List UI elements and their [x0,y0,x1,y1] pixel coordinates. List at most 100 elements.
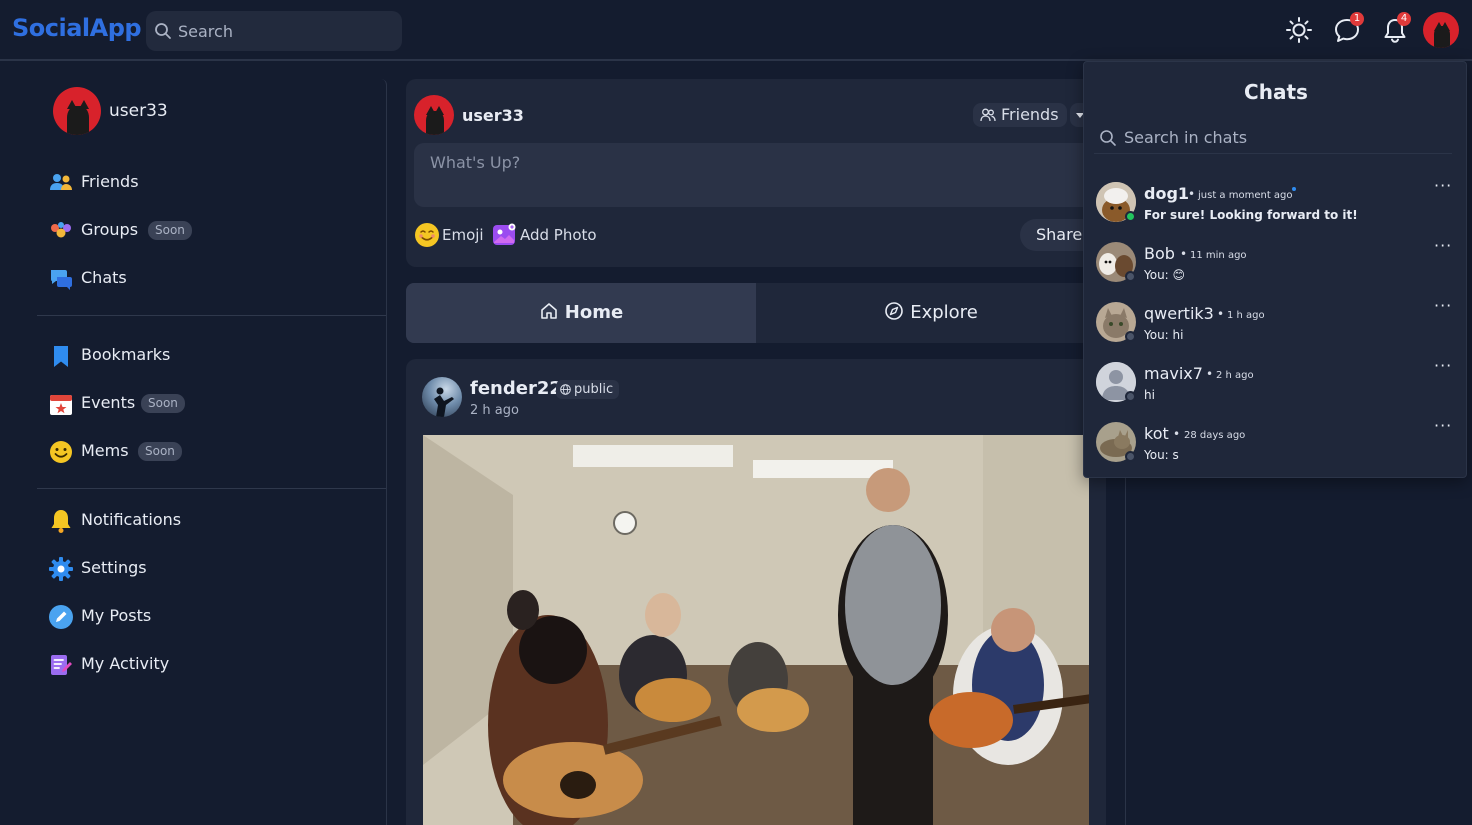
avatar[interactable] [422,377,462,417]
post-time: 2 h ago [470,403,519,418]
audience-label: Friends [1001,105,1059,124]
sidebar-username: user33 [109,101,168,121]
post-text-input[interactable]: What's Up? [414,143,1098,207]
chats-title: Chats [1244,80,1308,104]
app-logo[interactable]: SocialApp [12,14,142,42]
offline-status-dot [1125,391,1136,402]
chats-dropdown: Chats Search in chats dog1 • just a mome… [1083,61,1467,478]
groups-icon [51,222,71,238]
chat-more-button[interactable]: ··· [1434,296,1452,315]
bell-icon [51,510,71,533]
visibility-badge: public [556,380,620,399]
pencil-icon [49,605,73,629]
chat-item-bob[interactable]: Bob • 11 min ago You: 😊 ··· [1096,236,1456,290]
silhouette-image [434,387,454,417]
top-bar: SocialApp Search 1 4 [0,0,1472,61]
chat-item-kot[interactable]: kot • 28 days ago You: s ··· [1096,416,1456,470]
chat-time: 1 h ago [1227,310,1265,321]
sidebar-item-label: Mems [81,441,129,460]
separator-dot: • [1180,247,1188,261]
separator-dot: • [1217,307,1225,321]
offline-status-dot [1125,271,1136,282]
chat-last-message: You: hi [1144,328,1184,342]
post-author[interactable]: fender22 [470,378,562,399]
composer-username: user33 [462,106,524,125]
sidebar-item-label: Events [81,393,136,412]
soon-badge: Soon [141,394,185,413]
chat-item-dog1[interactable]: dog1 • just a moment ago For sure! Looki… [1096,176,1456,230]
chat-name: mavix7 [1144,364,1203,383]
chat-more-button[interactable]: ··· [1434,416,1452,435]
chat-more-button[interactable]: ··· [1434,356,1452,375]
separator-dot: • [1206,367,1214,381]
post-composer: user33 Friends What's Up? Emoji Add Phot… [406,79,1106,267]
tab-home[interactable]: Home [406,283,756,343]
chat-last-message: hi [1144,388,1155,402]
theme-toggle-sun-icon[interactable] [1285,16,1313,44]
sidebar-item-label: Groups [81,220,139,239]
avatar [414,95,454,135]
add-photo-label: Add Photo [520,226,597,244]
sidebar-item-label: Settings [81,558,147,577]
image-icon [493,223,516,245]
visibility-label: public [574,382,614,397]
friends-icon [980,108,996,122]
sidebar-item-label: Chats [81,268,127,287]
gear-icon [49,557,73,581]
tab-label: Explore [910,302,978,323]
post-image[interactable] [423,435,1089,825]
sidebar-item-label: Friends [81,172,139,191]
search-icon [155,23,171,39]
emoji-icon [415,223,439,247]
chat-name: qwertik3 [1144,304,1214,323]
globe-icon [560,384,571,395]
tab-label: Home [564,302,624,323]
chat-item-qwertik3[interactable]: qwertik3 • 1 h ago You: hi ··· [1096,296,1456,350]
sidebar-item-label: Bookmarks [81,345,171,364]
home-icon [540,303,557,319]
compass-icon [885,302,904,320]
sidebar-divider [37,488,386,489]
sidebar-item-label: My Activity [81,654,170,673]
friends-icon [50,174,72,190]
profile-avatar[interactable] [1423,12,1459,48]
chat-time: just a moment ago [1198,190,1293,201]
search-input[interactable]: Search [146,11,402,51]
tab-explore[interactable]: Explore [756,283,1106,343]
chat-last-message: You: s [1144,448,1179,462]
chat-time: 28 days ago [1184,430,1246,441]
messages-badge: 1 [1350,12,1364,26]
feed-tabs: Home Explore [406,283,1106,343]
emoji-label: Emoji [442,226,484,244]
chat-more-button[interactable]: ··· [1434,236,1452,255]
chat-time: 2 h ago [1216,370,1254,381]
activity-icon [51,655,72,675]
soon-badge: Soon [138,442,182,461]
chat-name: dog1 [1144,184,1190,203]
offline-status-dot [1125,331,1136,342]
right-column [1125,477,1472,825]
chat-name: Bob [1144,244,1175,263]
search-placeholder: Search [178,22,233,41]
calendar-icon [50,395,72,415]
chat-last-message: For sure! Looking forward to it! [1144,208,1358,222]
notifications-badge: 4 [1397,12,1411,26]
left-sidebar: user33 Friends Groups Soon Chats Bookmar… [0,79,387,825]
chat-item-mavix7[interactable]: mavix7 • 2 h ago hi ··· [1096,356,1456,410]
sidebar-item-label: My Posts [81,606,152,625]
online-status-dot [1125,211,1136,222]
sidebar-item-label: Notifications [81,510,182,529]
chat-search-placeholder: Search in chats [1124,128,1248,147]
offline-status-dot [1125,451,1136,462]
soon-badge: Soon [148,221,192,240]
avatar [53,87,101,135]
chats-icon [51,270,72,290]
audience-selector[interactable]: Friends [973,103,1067,127]
smiley-icon [50,441,72,463]
chat-name: kot [1144,424,1169,443]
chat-more-button[interactable]: ··· [1434,176,1452,195]
guitar-class-photo [423,435,1089,825]
search-icon [1100,130,1116,146]
sidebar-divider [37,315,386,316]
chat-search-input[interactable]: Search in chats [1094,122,1452,154]
